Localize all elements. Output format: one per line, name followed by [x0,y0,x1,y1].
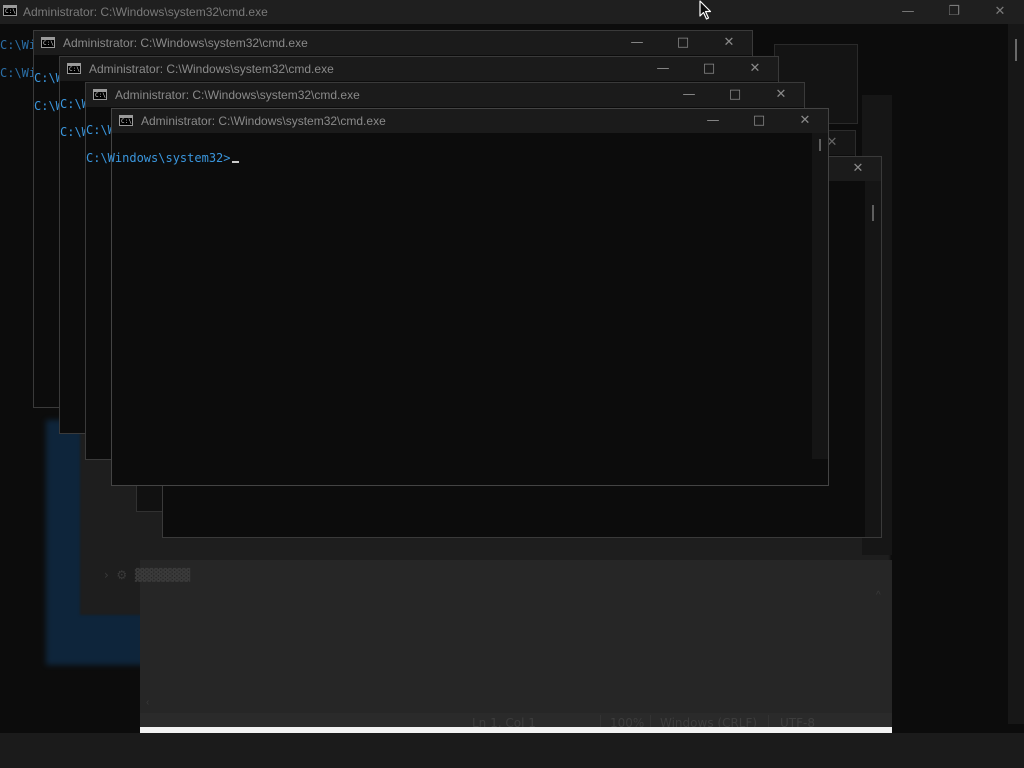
cmd-prompt-icon: C:\ [93,89,107,100]
maximize-icon: □ [676,35,690,50]
minimize-button[interactable]: — [690,109,736,133]
restore-button[interactable]: ❐ [931,0,977,24]
close-icon: ✕ [799,113,811,128]
close-icon: ✕ [749,61,761,76]
prompt-fragment: C:\Wi [0,38,37,52]
close-icon: ✕ [723,35,735,50]
minimize-icon: — [656,61,670,76]
mouse-pointer-icon [699,0,712,20]
maximize-icon: □ [702,61,716,76]
minimize-icon: — [630,35,644,50]
desktop-screen: › ⚙ ▓▓▓▓▓▓ ^ ‹ Ln 1, Col 1 100% Windows … [0,0,1024,768]
main-window-title: Administrator: C:\Windows\system32\cmd.e… [23,5,268,19]
window-title: Administrator: C:\Windows\system32\cmd.e… [63,36,308,50]
chevron-up-icon: ^ [876,590,881,601]
cmd-prompt-icon: C:\ [3,5,17,16]
close-button[interactable]: ✕ [758,83,804,107]
bottom-bar [0,733,1024,768]
close-icon: ✕ [852,161,864,176]
window-title: Administrator: C:\Windows\system32\cmd.e… [141,114,386,128]
maximize-icon: □ [728,87,742,102]
window-title: Administrator: C:\Windows\system32\cmd.e… [89,62,334,76]
minimize-button[interactable]: — [614,31,660,55]
maximize-button[interactable]: □ [660,31,706,55]
cmd-window-titlebar[interactable]: C:\ Administrator: C:\Windows\system32\c… [86,83,804,107]
restore-icon: ❐ [948,4,960,19]
close-button[interactable]: ✕ [732,57,778,81]
close-button[interactable]: ✕ [706,31,752,55]
minimize-icon: — [706,113,720,128]
main-scrollbar[interactable] [1008,24,1024,724]
console-prompt[interactable]: C:\Windows\system32> [86,151,239,165]
cmd-window-titlebar[interactable]: C:\ Administrator: C:\Windows\system32\c… [34,31,752,55]
cmd-scrollbar [865,181,881,537]
close-button[interactable]: ✕ [782,109,828,133]
minimize-button[interactable]: — [666,83,712,107]
maximize-button[interactable]: □ [686,57,732,81]
cmd-window-titlebar[interactable]: C:\ Administrator: C:\Windows\system32\c… [60,57,778,81]
minimize-button[interactable]: — [885,0,931,24]
ghost-notepad-tab: › ⚙ ▓▓▓▓▓▓ [104,568,191,582]
window-title: Administrator: C:\Windows\system32\cmd.e… [115,88,360,102]
scrollbar-thumb [872,205,874,221]
prompt-text: C:\Windows\system32> [86,151,231,165]
chevron-left-icon: ‹ [146,697,150,708]
maximize-icon: □ [752,113,766,128]
cmd-prompt-icon: C:\ [119,115,133,126]
scrollbar-thumb[interactable] [819,139,821,151]
close-button[interactable]: ✕ [977,0,1023,24]
maximize-button[interactable]: □ [712,83,758,107]
cmd-window-active[interactable]: C:\ Administrator: C:\Windows\system32\c… [86,108,829,486]
prompt-fragment: C:\Wi [0,66,37,80]
cmd-window-titlebar[interactable]: C:\ Administrator: C:\Windows\system32\c… [112,109,828,133]
cmd-scrollbar[interactable] [812,133,828,459]
maximize-button[interactable]: □ [736,109,782,133]
minimize-icon: — [682,87,696,102]
minimize-button[interactable]: — [640,57,686,81]
cmd-prompt-icon: C:\ [67,63,81,74]
close-icon: ✕ [775,87,787,102]
text-cursor [231,161,239,163]
ghost-notepad-editor [140,560,892,730]
main-cmd-titlebar[interactable]: C:\ Administrator: C:\Windows\system32\c… [0,0,1024,24]
cmd-prompt-icon: C:\ [41,37,55,48]
scrollbar-thumb[interactable] [1015,39,1017,61]
minimize-icon: — [901,4,915,19]
close-icon: ✕ [994,4,1006,19]
